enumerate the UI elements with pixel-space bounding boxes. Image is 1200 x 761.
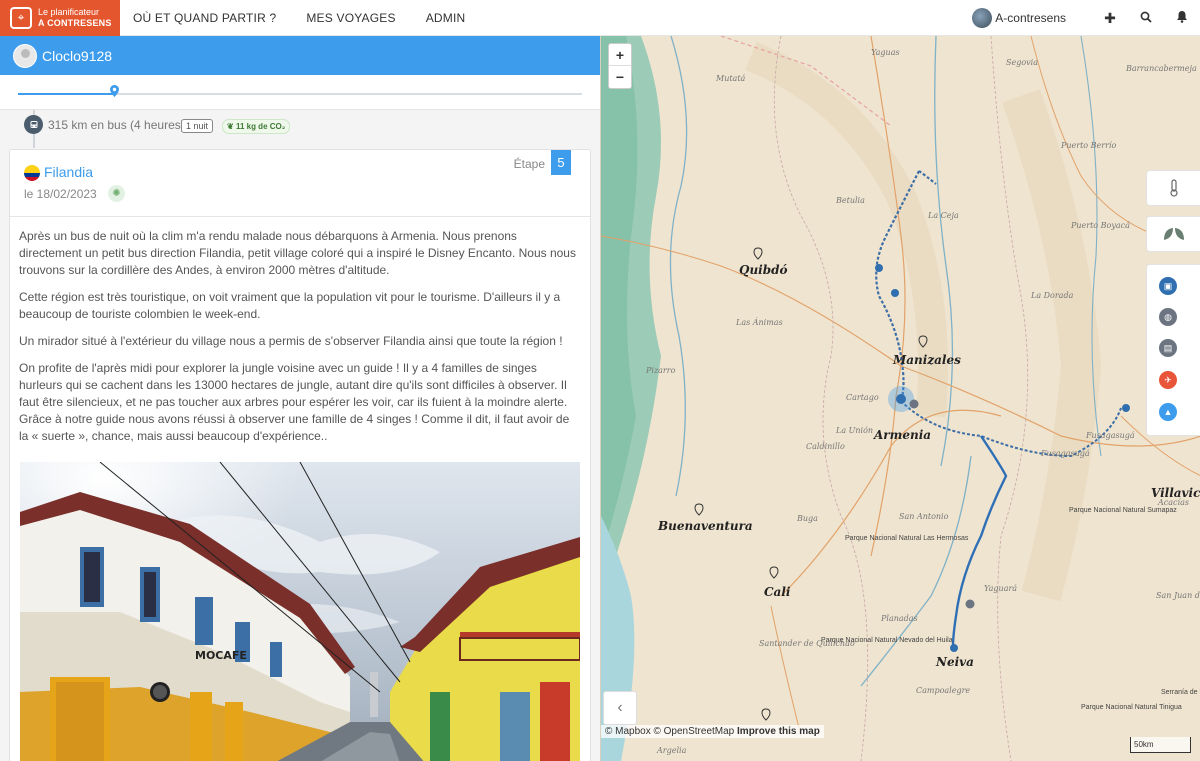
improve-map-link[interactable]: Improve this map xyxy=(737,726,820,737)
park-label: Parque Nacional Natural Las Hermosas xyxy=(845,535,969,542)
progress-fill xyxy=(18,93,114,95)
logo-line1: Le planificateur xyxy=(38,6,100,17)
chevron-left-icon: ‹ xyxy=(617,699,623,716)
paragraph: Cette région est très touristique, on vo… xyxy=(19,290,561,321)
place-label: Mutatá xyxy=(716,74,746,83)
place-label: Las Ánimas xyxy=(736,318,783,327)
place-label: Yaguará xyxy=(984,584,1018,593)
plane-filter-icon[interactable]: ✈ xyxy=(1159,371,1177,389)
thermometer-icon xyxy=(1169,179,1178,197)
search-icon[interactable] xyxy=(1128,10,1164,26)
plus-icon[interactable]: ✚ xyxy=(1092,10,1128,27)
stage-photo[interactable]: MOCAFE xyxy=(20,462,580,761)
bus-filter-icon[interactable]: ▣ xyxy=(1159,277,1177,295)
zoom-out-button[interactable]: − xyxy=(609,66,631,88)
place-label: Puerto Berrío xyxy=(1061,141,1117,150)
place-label: Planadas xyxy=(881,614,918,623)
park-label: Parque Nacional Natural Sumapaz xyxy=(1069,507,1177,514)
map-scale: 50km xyxy=(1130,737,1191,753)
city-label: Manizales xyxy=(893,353,961,367)
map-view[interactable]: Yaguas Mutatá Segovia Barrancabermeja Pu… xyxy=(600,36,1200,761)
city-label: Armenia xyxy=(874,428,932,442)
place-label: Buga xyxy=(797,514,818,523)
park-label: Serranía de la xyxy=(1161,689,1200,696)
place-label: Fusagasugá xyxy=(1041,449,1090,458)
progress-track[interactable] xyxy=(18,93,582,95)
nav-my-trips[interactable]: MES VOYAGES xyxy=(306,11,395,25)
nav-where-when[interactable]: OÙ ET QUAND PARTIR ? xyxy=(133,11,276,25)
stage-header: Filandia le 18/02/2023 ✺ Étape 5 xyxy=(10,150,590,217)
logo-map-icon: ⌖ xyxy=(10,6,32,29)
place-label: Argelia xyxy=(657,746,687,755)
park-label: Parque Nacional Natural Tinigua xyxy=(1081,704,1182,711)
zoom-in-button[interactable]: + xyxy=(609,44,631,66)
city-label: Neiva xyxy=(936,655,974,669)
co2-badge: ❦ 11 kg de CO₂ xyxy=(222,119,291,134)
transport-segment: 315 km en bus (4 heures) 1 nuit ❦ 11 kg … xyxy=(0,110,600,148)
user-avatar xyxy=(972,8,993,28)
city-label: Quibdó xyxy=(739,263,788,277)
place-label: Fusagasugá xyxy=(1086,431,1135,440)
trip-panel: Cloclo9128 315 km en bus (4 heures) 1 nu… xyxy=(0,36,600,761)
place-label: Puerto Boyacá xyxy=(1071,221,1130,230)
traveler-header: Cloclo9128 xyxy=(0,36,600,75)
leaf-icon: ❦ xyxy=(227,122,234,131)
photo-sign-text: MOCAFE xyxy=(195,649,247,662)
place-label: Barrancabermeja xyxy=(1126,64,1197,73)
stage-number: 5 xyxy=(551,150,571,175)
bus-icon xyxy=(24,115,43,134)
colombia-flag-icon xyxy=(24,165,40,181)
place-label: La Dorada xyxy=(1031,291,1074,300)
leaf-button[interactable] xyxy=(1146,216,1200,252)
paragraph: Après un bus de nuit où la clim m'a rend… xyxy=(19,229,576,277)
place-label: San Antonio xyxy=(899,512,949,521)
traveler-name[interactable]: Cloclo9128 xyxy=(42,48,112,64)
park-label: Parque Nacional Natural Nevado del Huila xyxy=(821,637,953,644)
paragraph: Un mirador situé à l'extérieur du villag… xyxy=(19,334,563,348)
weather-sun-icon[interactable]: ✺ xyxy=(108,185,125,202)
collapse-panel-button[interactable]: ‹ xyxy=(603,691,637,725)
user-menu[interactable]: A-contresens xyxy=(972,8,1066,28)
leaf-icon xyxy=(1163,228,1184,240)
zoom-control: + − xyxy=(608,43,632,89)
traveler-avatar[interactable] xyxy=(13,43,37,68)
trip-progress xyxy=(0,75,600,110)
place-label: Pizarro xyxy=(646,366,676,375)
place-label: Betulia xyxy=(836,196,865,205)
transport-description: 315 km en bus (4 heures) xyxy=(48,118,185,132)
place-label: La Ceja xyxy=(928,211,959,220)
nav-admin[interactable]: ADMIN xyxy=(426,11,466,25)
user-name: A-contresens xyxy=(995,11,1066,25)
place-label: San Juan de Arama xyxy=(1156,591,1200,600)
place-label: Yaguas xyxy=(871,48,900,57)
top-navigation: ⌖ Le planificateur A CONTRESENS OÙ ET QU… xyxy=(0,0,1200,36)
location-pin-icon xyxy=(110,85,119,100)
place-label: Segovia xyxy=(1006,58,1038,67)
city-label: Villavic xyxy=(1151,486,1200,500)
stage-label: Étape xyxy=(513,157,545,171)
place-label: La Unión xyxy=(836,426,874,435)
attribution-text: © Mapbox © OpenStreetMap xyxy=(605,726,735,737)
bell-icon[interactable] xyxy=(1164,10,1200,26)
transport-filter-group: ▣ ◍ ▤ ✈ ▲ xyxy=(1146,264,1200,436)
stage-card: Filandia le 18/02/2023 ✺ Étape 5 Après u… xyxy=(9,149,591,761)
city-label: Buenaventura xyxy=(658,519,753,533)
truck-filter-icon[interactable]: ▤ xyxy=(1159,339,1177,357)
stage-date: le 18/02/2023 xyxy=(24,187,97,201)
city-label: Cali xyxy=(764,585,791,599)
car-filter-icon[interactable]: ◍ xyxy=(1159,308,1177,326)
map-attribution: © Mapbox © OpenStreetMap Improve this ma… xyxy=(601,725,824,738)
logo-line2: A CONTRESENS xyxy=(38,17,112,28)
paragraph: On profite de l'après midi pour explorer… xyxy=(19,361,570,443)
stage-description: Après un bus de nuit où la clim m'a rend… xyxy=(10,217,590,445)
stage-city[interactable]: Filandia xyxy=(44,164,93,180)
place-label: Cartago xyxy=(846,393,879,402)
logo[interactable]: ⌖ Le planificateur A CONTRESENS xyxy=(0,0,120,36)
thermometer-button[interactable] xyxy=(1146,170,1200,206)
boat-filter-icon[interactable]: ▲ xyxy=(1159,403,1177,421)
place-label: Campoalegre xyxy=(916,686,971,695)
co2-value: 11 kg de CO₂ xyxy=(235,122,286,131)
place-label: Caldinillo xyxy=(806,442,845,451)
nights-badge: 1 nuit xyxy=(181,119,214,133)
